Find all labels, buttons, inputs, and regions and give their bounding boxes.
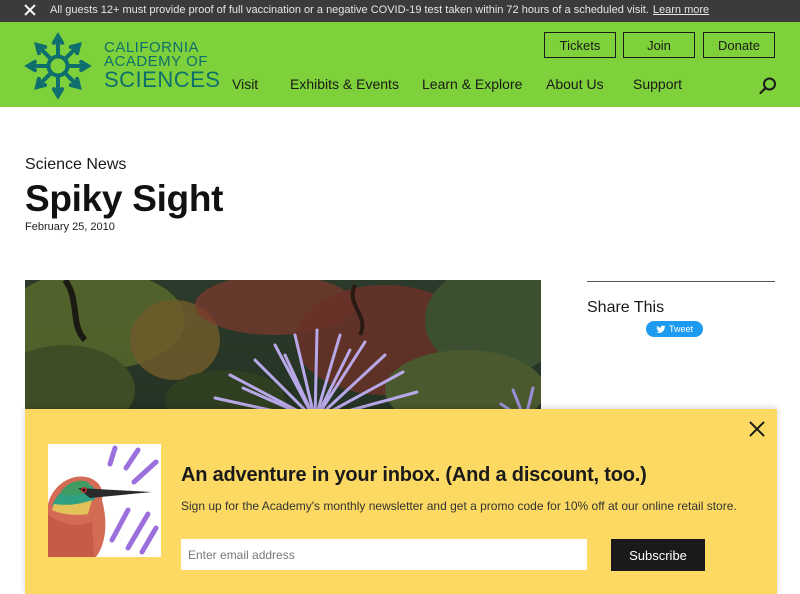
sea-urchin-image	[25, 280, 541, 420]
academy-logo[interactable]: CALIFORNIA ACADEMY OF SCIENCES	[24, 31, 220, 101]
article-title: Spiky Sight	[25, 178, 224, 219]
tweet-button[interactable]: Tweet	[646, 321, 703, 337]
learn-more-link[interactable]: Learn more	[653, 4, 709, 16]
tweet-label: Tweet	[668, 324, 693, 334]
join-button[interactable]: Join	[623, 32, 695, 58]
sea-urchin-photo	[25, 280, 541, 420]
nav-exhibits-events[interactable]: Exhibits & Events	[290, 76, 399, 96]
donate-button[interactable]: Donate	[703, 32, 775, 58]
close-popup-icon[interactable]	[747, 419, 767, 439]
bird-illustration	[48, 444, 161, 557]
nav-support[interactable]: Support	[633, 76, 682, 96]
newsletter-headline: An adventure in your inbox. (And a disco…	[181, 464, 647, 486]
newsletter-subtext: Sign up for the Academy's monthly newsle…	[181, 499, 737, 513]
newsletter-popup: An adventure in your inbox. (And a disco…	[25, 409, 777, 594]
share-title: Share This	[587, 299, 665, 316]
bee-eater-bird-icon	[48, 444, 161, 557]
site-header: CALIFORNIA ACADEMY OF SCIENCES Tickets J…	[0, 22, 800, 107]
sunburst-logo-icon	[24, 32, 92, 100]
email-input[interactable]	[181, 539, 587, 570]
article-date: February 25, 2010	[25, 221, 115, 233]
subscribe-button[interactable]: Subscribe	[611, 539, 705, 571]
close-alert-icon[interactable]	[22, 2, 38, 18]
article-kicker[interactable]: Science News	[25, 156, 126, 174]
twitter-bird-icon	[656, 324, 666, 333]
nav-visit[interactable]: Visit	[232, 76, 258, 96]
tickets-button[interactable]: Tickets	[544, 32, 616, 58]
nav-about-us[interactable]: About Us	[546, 76, 604, 96]
covid-alert-bar: All guests 12+ must provide proof of ful…	[0, 0, 800, 22]
nav-learn-explore[interactable]: Learn & Explore	[422, 76, 522, 96]
alert-text: All guests 12+ must provide proof of ful…	[50, 4, 649, 16]
share-divider	[587, 281, 775, 282]
logo-line-3: SCIENCES	[104, 67, 221, 93]
alert-message: All guests 12+ must provide proof of ful…	[50, 4, 709, 16]
search-icon[interactable]	[758, 76, 778, 96]
logo-wordmark: CALIFORNIA ACADEMY OF SCIENCES	[104, 40, 221, 93]
